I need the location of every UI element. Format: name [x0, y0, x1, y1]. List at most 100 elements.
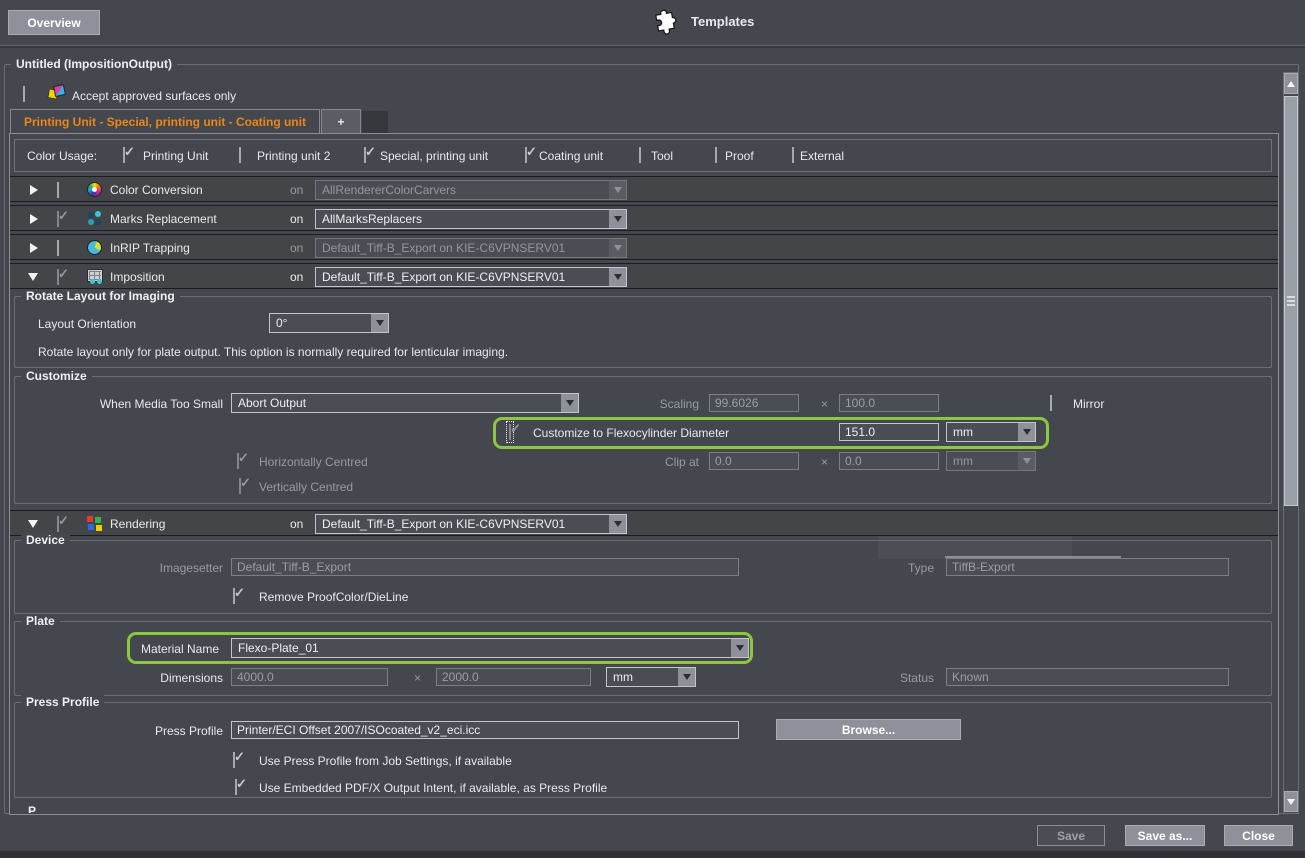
save-button[interactable]: Save [1037, 825, 1105, 846]
imposition-target-dropdown[interactable]: Default_Tiff-B_Export on KIE-C6VPNSERV01 [315, 267, 627, 287]
step-label: InRIP Trapping [110, 241, 190, 255]
step-label: Imposition [110, 270, 165, 284]
inrip-trapping-target-dropdown[interactable]: Default_Tiff-B_Export on KIE-C6VPNSERV01 [315, 238, 627, 258]
clip-unit-dropdown[interactable]: mm [946, 451, 1036, 471]
clip-y-field[interactable] [839, 452, 939, 470]
status-label: Status [856, 671, 934, 685]
imagesetter-label: Imagesetter [101, 561, 223, 575]
device-type-field[interactable] [946, 558, 1229, 576]
dropdown-arrow-icon [609, 268, 626, 286]
color-conversion-checkbox[interactable] [57, 182, 59, 198]
dropdown-arrow-icon [678, 668, 695, 686]
when-media-too-small-dropdown[interactable]: Abort Output [231, 393, 579, 413]
press-profile-label: Press Profile [101, 724, 223, 738]
color-usage-coating-unit-checkbox[interactable] [525, 147, 527, 163]
rotate-layout-group: Rotate Layout for Imaging Layout Orienta… [14, 296, 1272, 368]
times-symbol: × [821, 397, 828, 411]
arrow-up-icon [1287, 77, 1295, 87]
marks-replacement-checkbox[interactable] [57, 211, 59, 227]
scroll-down-button[interactable] [1284, 791, 1298, 812]
expander-right-icon[interactable] [30, 243, 38, 253]
browse-button[interactable]: Browse... [776, 719, 961, 740]
dimension-x-field[interactable] [231, 668, 388, 686]
group-title: Device [21, 533, 70, 547]
dropdown-arrow-icon [561, 394, 578, 412]
remove-proofcolor-checkbox[interactable] [233, 588, 235, 604]
horizontally-centred-checkbox[interactable] [237, 453, 239, 469]
color-usage-label: Color Usage: [27, 149, 97, 163]
clip-x-field[interactable] [709, 452, 799, 470]
inrip-trapping-checkbox[interactable] [57, 240, 59, 256]
overview-button[interactable]: Overview [8, 10, 100, 35]
imagesetter-field[interactable] [231, 558, 739, 576]
color-usage-option-label: Coating unit [539, 149, 603, 163]
expander-right-icon[interactable] [30, 185, 38, 195]
color-conversion-target-dropdown[interactable]: AllRendererColorCarvers [315, 180, 627, 200]
press-profile-group: Press Profile Press Profile Browse... Us… [14, 702, 1272, 798]
imposition-checkbox[interactable] [57, 269, 59, 285]
scaling-x-field[interactable] [709, 394, 799, 412]
clip-at-label: Clip at [621, 455, 699, 469]
use-pdfx-intent-checkbox[interactable] [235, 779, 237, 795]
accept-approved-label: Accept approved surfaces only [72, 89, 236, 103]
layout-orientation-dropdown[interactable]: 0° [269, 313, 389, 333]
dimension-unit-dropdown[interactable]: mm [606, 667, 696, 687]
color-usage-external-checkbox[interactable] [792, 147, 794, 163]
rendering-checkbox[interactable] [57, 516, 59, 532]
color-usage-tool-checkbox[interactable] [639, 147, 641, 163]
color-usage-option-label: Printing Unit [143, 149, 208, 163]
use-press-profile-label: Use Press Profile from Job Settings, if … [259, 754, 512, 768]
approval-stamp-icon [48, 85, 64, 101]
on-label: on [290, 517, 303, 531]
expander-right-icon[interactable] [30, 214, 38, 224]
color-usage-printing-unit-2-checkbox[interactable] [239, 147, 241, 163]
dropdown-value: Default_Tiff-B_Export on KIE-C6VPNSERV01 [316, 515, 609, 533]
color-usage-option-label: Special, printing unit [380, 149, 488, 163]
color-usage-proof-checkbox[interactable] [715, 147, 717, 163]
device-group: Device Imagesetter Type Remove ProofColo… [14, 540, 1272, 614]
color-usage-option-label: Tool [651, 149, 673, 163]
tab-shadow [362, 111, 388, 133]
color-usage-printing-unit-checkbox[interactable] [123, 147, 125, 163]
dimension-y-field[interactable] [436, 668, 591, 686]
rendering-target-dropdown[interactable]: Default_Tiff-B_Export on KIE-C6VPNSERV01 [315, 514, 627, 534]
dropdown-value: Default_Tiff-B_Export on KIE-C6VPNSERV01 [316, 268, 609, 286]
use-pdfx-intent-label: Use Embedded PDF/X Output Intent, if ava… [259, 781, 607, 795]
step-row-marks-replacement: Marks Replacement on AllMarksReplacers [10, 205, 1278, 231]
color-conversion-icon [87, 182, 102, 197]
material-name-label: Material Name [101, 642, 219, 656]
dropdown-value: mm [607, 668, 678, 686]
accept-approved-checkbox[interactable] [23, 86, 25, 102]
dropdown-arrow-icon [609, 210, 626, 228]
scaling-y-field[interactable] [839, 394, 939, 412]
puzzle-icon [652, 7, 682, 37]
marks-replacement-target-dropdown[interactable]: AllMarksReplacers [315, 209, 627, 229]
flexocylinder-checkbox[interactable] [509, 424, 511, 440]
status-field[interactable] [946, 668, 1229, 686]
step-label: Marks Replacement [110, 212, 217, 226]
material-name-dropdown[interactable]: Flexo-Plate_01 [231, 638, 749, 658]
color-usage-special-printing-unit-checkbox[interactable] [364, 147, 366, 163]
flexocylinder-unit-dropdown[interactable]: mm [946, 422, 1036, 442]
expander-down-icon[interactable] [28, 520, 38, 528]
expander-down-icon[interactable] [28, 273, 38, 281]
press-profile-field[interactable] [231, 721, 739, 739]
groupbox-title: Untitled (ImpositionOutput) [11, 57, 177, 71]
dropdown-arrow-icon [609, 181, 626, 199]
dropdown-value: AllMarksReplacers [316, 210, 609, 228]
templates-window: Overview Templates Untitled (ImpositionO… [0, 0, 1305, 858]
vertically-centred-checkbox[interactable] [239, 478, 241, 494]
vertically-centred-label: Vertically Centred [259, 480, 353, 494]
save-as-button[interactable]: Save as... [1125, 825, 1205, 846]
tab-printing-units[interactable]: Printing Unit - Special, printing unit -… [10, 109, 320, 133]
add-tab-button[interactable]: + [321, 109, 361, 133]
close-button[interactable]: Close [1224, 825, 1293, 846]
mirror-checkbox[interactable] [1050, 395, 1052, 411]
scroll-up-button[interactable] [1284, 73, 1298, 94]
flexocylinder-diameter-field[interactable] [839, 423, 939, 441]
scrollbar-thumb[interactable] [1284, 96, 1298, 506]
window-bottom-edge [0, 851, 1305, 858]
group-title: Customize [21, 369, 92, 383]
step-row-imposition: Imposition on Default_Tiff-B_Export on K… [10, 263, 1278, 289]
use-press-profile-checkbox[interactable] [233, 752, 235, 768]
